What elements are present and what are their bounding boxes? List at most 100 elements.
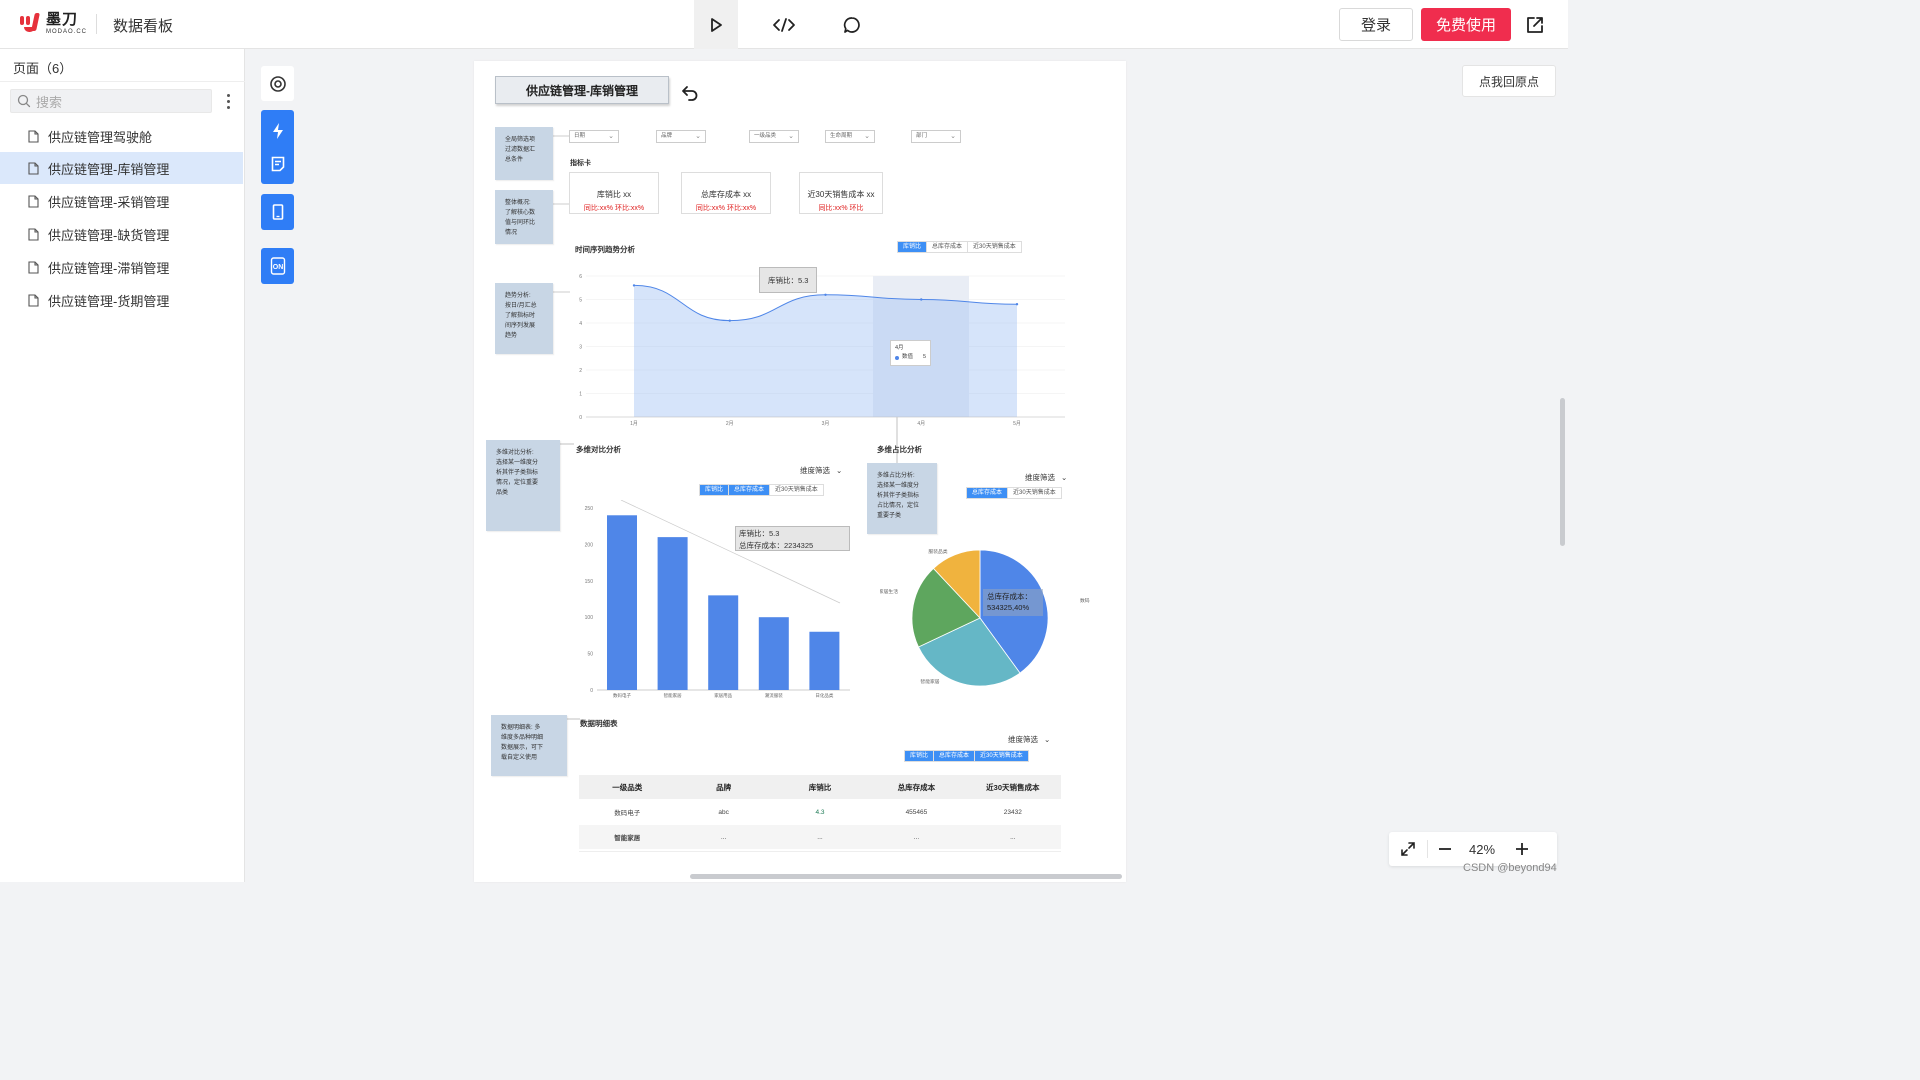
trend-area-chart[interactable]: 0 1 2 3 4 5 6 1月 2月 3月 4月 5月 <box>560 262 1080 432</box>
y-tick-label: 50 <box>587 652 593 658</box>
tab-30day-sales-cost[interactable]: 近30天销售成本 <box>975 751 1028 761</box>
logo[interactable]: 墨刀 MODAO.CC <box>20 12 87 35</box>
table-row-empty <box>579 851 1061 871</box>
kpi-card[interactable]: 近30天销售成本 xx 同比:xx% 环比 <box>799 172 883 214</box>
kpi-title: 库销比 xx <box>596 190 632 199</box>
page-item[interactable]: 供应链管理-采销管理 <box>0 185 243 217</box>
comment-icon <box>843 16 860 33</box>
page-item[interactable]: 供应链管理-货期管理 <box>0 284 243 316</box>
share-button[interactable] <box>1522 12 1548 38</box>
page-item[interactable]: 供应链管理-滞销管理 <box>0 251 243 283</box>
lightning-icon <box>272 123 283 139</box>
tab-total-inventory-cost[interactable]: 总库存成本 <box>934 751 976 761</box>
bar <box>607 515 637 690</box>
y-tick-label: 250 <box>585 506 594 512</box>
table-header-cell: 品牌 <box>716 782 732 792</box>
filter-dropdown-category[interactable]: 一级品类 ⌄ <box>749 130 799 143</box>
bar-tooltip: 库销比：5.3 总库存成本：2234325 <box>735 526 850 551</box>
horizontal-scrollbar[interactable] <box>690 874 1122 879</box>
table-cell: 455465 <box>905 808 928 816</box>
x-tick-label: 智能家居 <box>664 692 682 699</box>
chevron-down-icon: ⌄ <box>1061 473 1068 482</box>
table-row[interactable]: 智能家居 ... ... ... ... <box>579 825 1061 849</box>
filter-dropdown-department[interactable]: 部门 ⌄ <box>911 130 961 143</box>
svg-text:ON: ON <box>272 264 283 271</box>
table-header-cell: 库销比 <box>808 782 832 792</box>
login-button[interactable]: 登录 <box>1339 8 1413 41</box>
kpi-title: 近30天销售成本 xx <box>807 190 875 199</box>
reset-origin-button[interactable]: 点我回原点 <box>1462 65 1556 97</box>
note-icon <box>271 156 284 172</box>
interaction-tools[interactable] <box>261 110 294 184</box>
share-pie-chart[interactable]: 数码电子智能家居 家居生活 服装品类 <box>880 540 1090 695</box>
tab-30day-sales-cost[interactable]: 近30天销售成本 <box>770 485 823 495</box>
tab-30day-sales-cost[interactable]: 近30天销售成本 <box>1008 488 1061 498</box>
document-title[interactable]: 数据看板 <box>113 15 173 36</box>
table-cell: abc <box>718 808 729 816</box>
search-input[interactable]: 搜索 <box>10 89 212 113</box>
kpi-card[interactable]: 库销比 xx 同比:xx% 环比:xx% <box>569 172 659 214</box>
pie-label: 服装品类 <box>928 548 947 555</box>
annotation-toggle[interactable]: ON <box>261 248 294 284</box>
page-item-selected[interactable]: 供应链管理-库销管理 <box>0 152 243 184</box>
y-tick-label: 4 <box>579 321 582 327</box>
dimension-filter[interactable]: 维度筛选 ⌄ <box>800 465 842 476</box>
preview-button[interactable] <box>694 0 738 49</box>
play-icon <box>711 17 722 32</box>
chevron-down-icon: ⌄ <box>695 133 701 140</box>
x-tick-label: 2月 <box>726 421 734 427</box>
table-cell: 数码电子 <box>614 810 641 817</box>
device-button[interactable] <box>261 194 294 230</box>
tab-stock-sales-ratio[interactable]: 库销比 <box>898 242 928 252</box>
kpi-card[interactable]: 总库存成本 xx 同比:xx% 环比:xx% <box>681 172 771 214</box>
y-tick-label: 5 <box>579 298 582 304</box>
table-header-cell: 一级品类 <box>612 782 643 792</box>
code-icon <box>773 17 795 32</box>
dimension-filter[interactable]: 维度筛选 ⌄ <box>1008 734 1050 745</box>
free-trial-button[interactable]: 免费使用 <box>1421 8 1511 41</box>
tab-30day-sales-cost[interactable]: 近30天销售成本 <box>968 242 1021 252</box>
tab-total-inventory-cost[interactable]: 总库存成本 <box>967 488 1009 498</box>
tab-stock-sales-ratio[interactable]: 库销比 <box>905 751 935 761</box>
target-button[interactable] <box>261 66 294 101</box>
page-item[interactable]: 供应链管理-缺货管理 <box>0 218 243 250</box>
zoom-out-button[interactable] <box>1428 842 1462 856</box>
annotation-note: 多维对比分析: 选择某一维度分 析其伴子类指标 情况，定位重要 品类 <box>486 440 560 531</box>
vertical-scrollbar[interactable] <box>1560 398 1565 546</box>
fullscreen-button[interactable] <box>1389 841 1427 857</box>
comment-button[interactable] <box>830 0 874 49</box>
filter-dropdown-date[interactable]: 日期 ⌄ <box>569 130 619 143</box>
tab-total-inventory-cost[interactable]: 总库存成本 <box>927 242 969 252</box>
search-placeholder: 搜索 <box>36 94 63 110</box>
code-button[interactable] <box>762 0 806 49</box>
page-icon <box>28 260 39 274</box>
table-cell: ... <box>913 833 920 841</box>
x-tick-label: 潮流服装 <box>765 692 783 699</box>
top-bar: 墨刀 MODAO.CC 数据看板 登录 免费使用 <box>0 0 1568 49</box>
dimension-filter[interactable]: 维度筛选 ⌄ <box>1025 472 1067 483</box>
y-tick-label: 2 <box>579 368 582 374</box>
filter-dropdown-brand[interactable]: 品牌 ⌄ <box>656 130 706 143</box>
table-cell: ... <box>1010 833 1016 841</box>
pie-label: 数码电子 <box>1080 597 1090 604</box>
y-tick-label: 3 <box>579 345 582 351</box>
table-cell: ... <box>817 833 823 841</box>
tab-stock-sales-ratio[interactable]: 库销比 <box>700 485 730 495</box>
trend-section-title: 时间序列趋势分析 <box>575 245 635 254</box>
kpi-section-title: 指标卡 <box>570 160 591 167</box>
trend-mini-tooltip: 4月 数值 5 <box>890 340 931 366</box>
table-cell: ... <box>720 833 727 841</box>
table-row[interactable]: 数码电子 abc 4.3 455465 23432 <box>579 800 1061 824</box>
chevron-down-icon: ⌄ <box>608 133 614 140</box>
tab-total-inventory-cost[interactable]: 总库存成本 <box>729 485 771 495</box>
table-header-cell: 总库存成本 <box>897 782 936 792</box>
plus-icon <box>1516 843 1528 855</box>
filter-dropdown-lifecycle[interactable]: 生命周期 ⌄ <box>825 130 875 143</box>
page-item[interactable]: 供应链管理驾驶舱 <box>0 120 243 152</box>
data-point <box>1015 303 1019 306</box>
more-options-icon[interactable] <box>222 91 234 111</box>
data-point <box>824 293 827 296</box>
x-tick-label: 数码电子 <box>613 692 631 699</box>
chevron-down-icon: ⌄ <box>864 133 870 140</box>
zoom-in-button[interactable] <box>1502 842 1542 856</box>
